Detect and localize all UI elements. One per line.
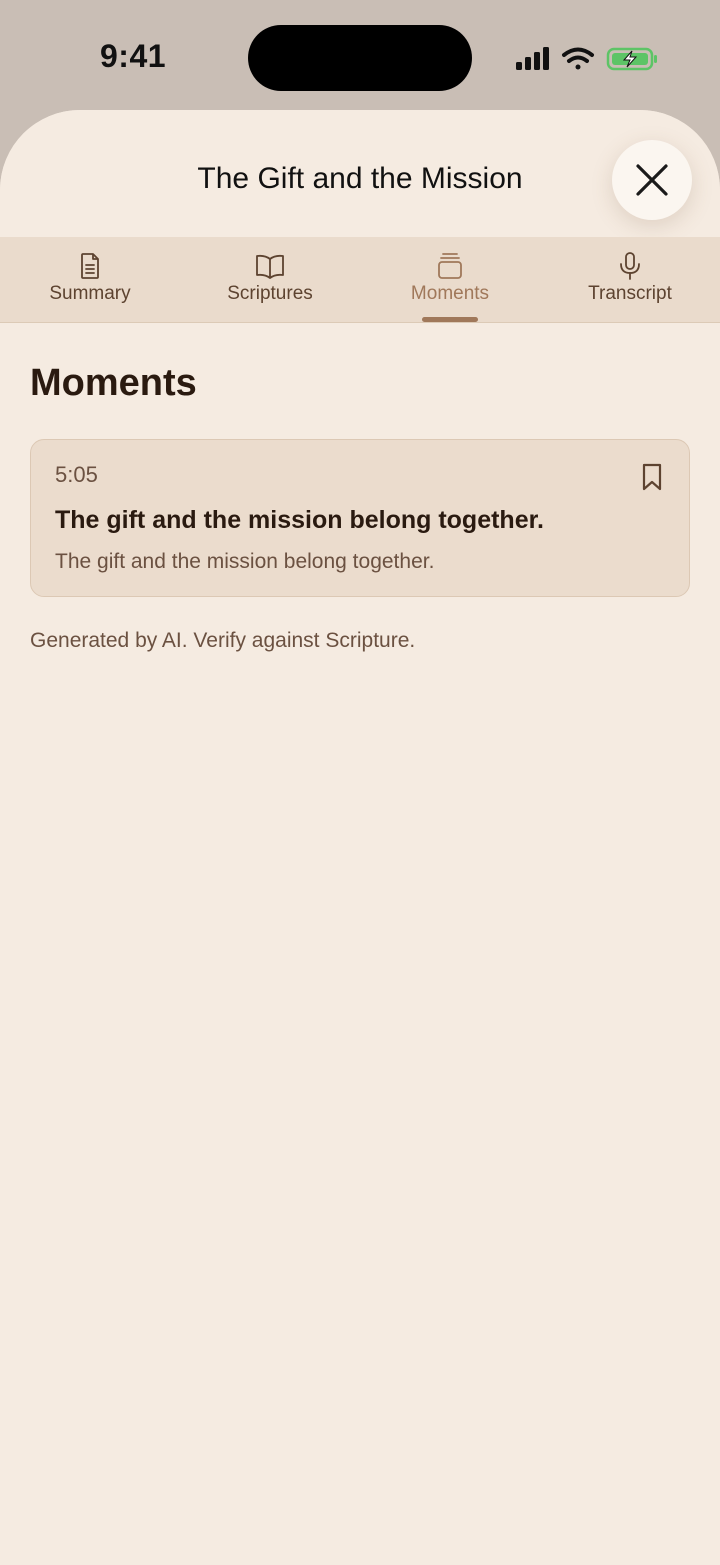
tab-moments[interactable]: Moments (360, 237, 540, 322)
bookmark-button[interactable] (639, 462, 665, 492)
bookmark-icon (642, 463, 662, 491)
stack-icon (438, 253, 462, 279)
tab-scriptures-label: Scriptures (227, 283, 313, 304)
cellular-signal-icon (516, 47, 549, 70)
moment-card[interactable]: 5:05 The gift and the mission belong tog… (30, 439, 690, 597)
book-icon (256, 254, 284, 279)
ai-disclaimer: Generated by AI. Verify against Scriptur… (30, 629, 416, 652)
tab-summary-label: Summary (49, 283, 131, 304)
battery-charging-icon (606, 47, 657, 71)
moment-body: The gift and the mission belong together… (55, 550, 435, 573)
tab-transcript-label: Transcript (588, 283, 672, 304)
moments-content: Moments 5:05 The gift and the mission be… (0, 359, 720, 655)
microphone-icon (620, 252, 640, 280)
status-time: 9:41 (100, 38, 167, 74)
wifi-icon (562, 47, 594, 70)
moment-timestamp: 5:05 (55, 462, 98, 487)
moment-headline: The gift and the mission belong together… (55, 506, 544, 534)
dynamic-island (248, 25, 472, 91)
active-tab-indicator (422, 317, 478, 322)
tab-bar: Summary Scriptures Moments Transcript (0, 237, 720, 323)
section-title: Moments (30, 362, 197, 404)
tab-scriptures[interactable]: Scriptures (180, 237, 360, 322)
sheet-header: The Gift and the Mission (0, 110, 720, 237)
close-icon (636, 164, 668, 196)
tab-transcript[interactable]: Transcript (540, 237, 720, 322)
status-bar: 9:41 (0, 0, 720, 112)
close-button[interactable] (612, 140, 692, 220)
document-icon (81, 253, 99, 279)
status-icons (514, 44, 664, 74)
tab-summary[interactable]: Summary (0, 237, 180, 322)
detail-sheet: The Gift and the Mission Summary Scriptu… (0, 110, 720, 1565)
tab-moments-label: Moments (410, 283, 490, 304)
